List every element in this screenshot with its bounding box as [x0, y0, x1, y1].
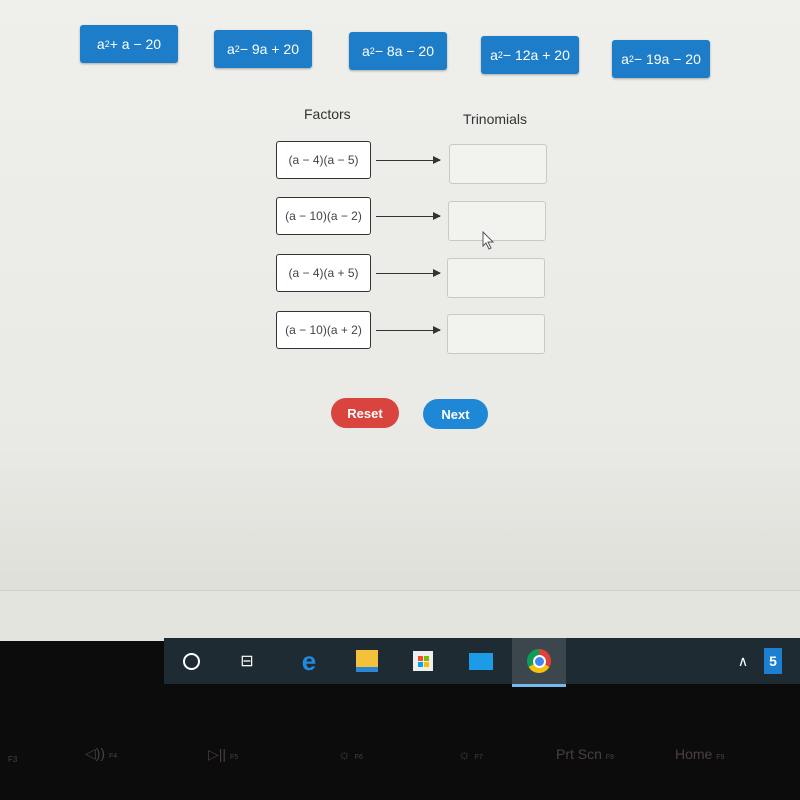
tile-rest: + a − 20 — [109, 36, 162, 52]
key: F3 — [8, 755, 18, 764]
trinomials-heading: Trinomials — [463, 111, 528, 127]
trinomial-tile[interactable]: a2 − 9a + 20 — [214, 30, 312, 68]
next-button[interactable]: Next — [423, 399, 488, 429]
factor-box: (a − 4)(a − 5) — [276, 141, 371, 179]
browser-screen: a2 + a − 20 a2 − 9a + 20 a2 − 8a − 20 a2… — [0, 0, 800, 640]
key-label: ☼ — [338, 746, 351, 762]
key-fn: F8 — [605, 754, 614, 761]
trinomial-tile[interactable]: a2 − 12a + 20 — [481, 36, 579, 74]
key-fn: F5 — [229, 754, 239, 761]
key-label: Prt Scn — [556, 746, 602, 762]
trinomial-tile[interactable]: a2 − 8a − 20 — [349, 32, 447, 70]
factors-heading: Factors — [304, 106, 351, 122]
key-label: ▷|| — [208, 746, 227, 762]
arrow-icon — [376, 212, 441, 220]
trinomial-drop-target[interactable] — [447, 314, 545, 354]
taskbar: ⊟ e ∧ 5 — [164, 638, 800, 687]
factor-box: (a − 10)(a + 2) — [276, 311, 371, 349]
key-label: ☼ — [458, 746, 471, 762]
key-fn: F9 — [716, 754, 725, 761]
edge-icon[interactable]: e — [296, 646, 322, 676]
reset-button[interactable]: Reset — [331, 398, 399, 428]
tile-base: a — [621, 51, 629, 67]
key: ☼ F7 — [458, 746, 483, 762]
tile-rest: − 8a − 20 — [374, 43, 434, 59]
tile-base: a — [490, 47, 498, 63]
mail-icon[interactable] — [468, 648, 494, 674]
trinomial-drop-target[interactable] — [447, 258, 545, 298]
tile-rest: − 12a + 20 — [502, 47, 570, 63]
arrow-icon — [376, 156, 441, 164]
screen-bottom-edge — [0, 590, 800, 641]
tile-base: a — [227, 41, 235, 57]
tray-chevron-icon[interactable]: ∧ — [730, 648, 756, 674]
key: Home F9 — [675, 746, 724, 762]
key-label: Home — [675, 746, 713, 762]
store-icon[interactable] — [410, 648, 436, 674]
trinomial-drop-target[interactable] — [449, 144, 547, 184]
chrome-icon — [526, 648, 552, 674]
tray-badge-icon[interactable]: 5 — [764, 648, 782, 674]
chrome-taskbar-button[interactable] — [512, 638, 566, 687]
arrow-icon — [376, 326, 441, 334]
key-fn: F4 — [108, 753, 118, 760]
key: ▷|| F5 — [208, 746, 238, 763]
key-label: ◁)) — [85, 745, 106, 761]
cortana-icon[interactable] — [178, 648, 204, 674]
key-fn: F7 — [474, 754, 483, 761]
trinomial-drop-target[interactable] — [448, 201, 546, 241]
key: Prt Scn F8 — [556, 746, 614, 762]
file-explorer-icon[interactable] — [354, 648, 380, 674]
tile-rest: − 19a − 20 — [633, 51, 701, 67]
trinomial-tile[interactable]: a2 − 19a − 20 — [612, 40, 710, 78]
trinomial-tile[interactable]: a2 + a − 20 — [80, 25, 178, 63]
key: ☼ F6 — [338, 746, 363, 762]
key: ◁)) F4 — [85, 745, 117, 762]
arrow-icon — [376, 269, 441, 277]
tile-base: a — [362, 43, 370, 59]
tile-base: a — [96, 36, 105, 52]
task-view-icon[interactable]: ⊟ — [234, 648, 260, 674]
tile-rest: − 9a + 20 — [239, 41, 299, 57]
factor-box: (a − 4)(a + 5) — [276, 254, 371, 292]
key-fn: F6 — [354, 754, 363, 761]
mouse-cursor-icon — [482, 231, 495, 250]
factor-box: (a − 10)(a − 2) — [276, 197, 371, 235]
